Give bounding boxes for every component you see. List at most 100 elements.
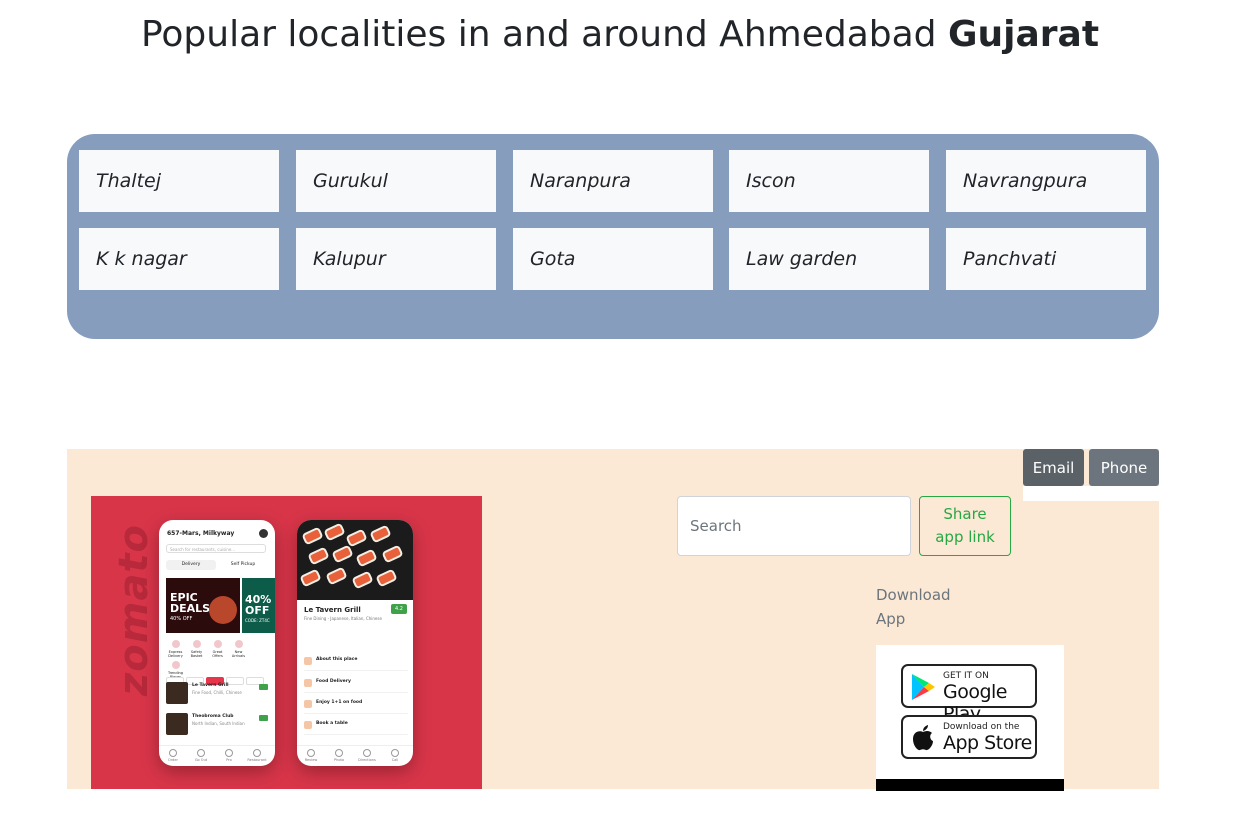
restaurant-name: Le Tavern Grill: [192, 683, 229, 688]
locality-item[interactable]: Gota: [513, 228, 713, 290]
brand-watermark: zomato: [111, 523, 157, 696]
category-item: Safety Basket: [187, 640, 206, 658]
app-store-badge[interactable]: Download on the App Store: [901, 715, 1037, 759]
app-promo-image: zomato 657-Mars, Milkyway Search for res…: [91, 496, 482, 789]
restaurant-title: Le Tavern Grill: [304, 606, 361, 614]
sushi-piece: [381, 544, 404, 564]
category-item: Express Delivery: [166, 640, 185, 658]
burger-image: [209, 596, 237, 624]
detail-label: About this place: [316, 657, 358, 662]
sushi-piece: [299, 568, 322, 588]
download-label-line1: Download: [876, 586, 951, 604]
location-label: 657-Mars, Milkyway: [167, 530, 235, 537]
phone-mockup-home: 657-Mars, Milkyway Search for restaurant…: [159, 520, 275, 766]
share-label-line1: Share: [943, 505, 987, 523]
locality-item[interactable]: Kalupur: [296, 228, 496, 290]
apple-icon: [913, 725, 933, 751]
nav-item: Call: [381, 746, 409, 762]
deal-banner: EPIC DEALS 40% OFF: [166, 578, 240, 633]
mock-filters: [166, 670, 270, 685]
email-button[interactable]: Email: [1023, 449, 1084, 486]
restaurant-thumb: [166, 713, 188, 735]
restaurant-cuisine: Fine Food, Chilli, Chinese: [192, 690, 242, 695]
mock-bottom-nav: Order Go Out Pro Restaurant: [159, 745, 275, 766]
restaurant-cuisine: Fine Dining - Japanese, Italian, Chinese: [304, 616, 382, 621]
locality-item[interactable]: Panchvati: [946, 228, 1146, 290]
restaurant-thumb: [166, 682, 188, 704]
footer-section: Email Phone zomato 657-Mars, Milkyway Se…: [67, 449, 1159, 791]
google-play-icon: [912, 674, 935, 700]
phone-mockup-restaurant: Le Tavern Grill 4.2 Fine Dining - Japane…: [297, 520, 413, 766]
deal-subtitle: 40% OFF: [170, 616, 193, 622]
rating-badge: 4.2: [391, 604, 407, 614]
offer-title: 40% OFF: [245, 593, 272, 617]
restaurant-cuisine: North Indian, South Indian: [192, 721, 245, 726]
download-app-label: Download App: [876, 583, 966, 631]
phone-button[interactable]: Phone: [1089, 449, 1159, 486]
mock-tab-pickup: Self Pickup: [230, 562, 256, 567]
sushi-photo: [297, 520, 413, 600]
nav-item: Review: [297, 746, 325, 762]
detail-item: About this place: [304, 654, 408, 671]
store-badges: GET IT ON Google Play Download on the Ap…: [876, 645, 1064, 791]
google-play-badge[interactable]: GET IT ON Google Play: [901, 664, 1037, 725]
share-label-line2: app link: [935, 528, 995, 546]
locality-item[interactable]: Navrangpura: [946, 150, 1146, 212]
nav-item: Order: [159, 746, 187, 762]
category-item: New Arrivals: [229, 640, 248, 658]
nav-item: Restaurant: [243, 746, 271, 762]
category-item: Great Offers: [208, 640, 227, 658]
avatar: [259, 529, 268, 538]
detail-label: Enjoy 1+1 on food: [316, 700, 363, 705]
mock-categories: Express DeliverySafety BasketGreat Offer…: [166, 640, 270, 679]
app-store-small: Download on the: [943, 722, 1020, 732]
sushi-piece: [331, 544, 354, 564]
contact-strip: [1023, 486, 1159, 501]
nav-item: Go Out: [187, 746, 215, 762]
detail-label: Book a table: [316, 721, 348, 726]
mock-bottom-nav: Review Photo Directions Call: [297, 745, 413, 766]
rating-badge: [259, 684, 268, 690]
app-store-big: App Store: [943, 732, 1032, 754]
detail-label: Food Delivery: [316, 679, 351, 684]
nav-item: Photo: [325, 746, 353, 762]
sushi-piece: [351, 570, 374, 590]
sushi-piece: [355, 548, 378, 568]
rating-badge: [259, 715, 268, 721]
restaurant-row: Le Tavern Grill Fine Food, Chilli, Chine…: [166, 682, 270, 706]
sushi-piece: [375, 568, 398, 588]
page-title: Popular localities in and around Ahmedab…: [0, 14, 1240, 55]
share-app-link-button[interactable]: Share app link: [919, 496, 1011, 556]
sushi-piece: [325, 566, 348, 586]
search-input[interactable]: [677, 496, 911, 556]
nav-item: Directions: [353, 746, 381, 762]
locality-item[interactable]: K k nagar: [79, 228, 279, 290]
detail-item: Enjoy 1+1 on food: [304, 697, 408, 714]
detail-item: Book a table: [304, 718, 408, 735]
locality-item[interactable]: Thaltej: [79, 150, 279, 212]
detail-item: Food Delivery: [304, 676, 408, 693]
restaurant-row: Theobroma Club North Indian, South India…: [166, 713, 270, 737]
offer-code: CODE: ZT4C: [245, 618, 270, 623]
nav-item: Pro: [215, 746, 243, 762]
sushi-piece: [369, 524, 392, 544]
badge-footer-bar: [876, 779, 1064, 791]
mock-search: Search for restaurants, cuisine...: [166, 544, 266, 553]
mock-tab-delivery: Delivery: [166, 560, 216, 570]
locality-item[interactable]: Iscon: [729, 150, 929, 212]
sushi-piece: [307, 546, 330, 566]
offer-banner: 40% OFF CODE: ZT4C: [242, 578, 275, 633]
locality-item[interactable]: Gurukul: [296, 150, 496, 212]
sushi-piece: [323, 522, 346, 542]
sushi-piece: [301, 526, 324, 546]
download-label-line2: App: [876, 610, 906, 628]
title-state: Gujarat: [947, 14, 1100, 55]
localities-panel: Thaltej Gurukul Naranpura Iscon Navrangp…: [67, 134, 1159, 339]
locality-item[interactable]: Naranpura: [513, 150, 713, 212]
restaurant-name: Theobroma Club: [192, 714, 234, 719]
google-play-small: GET IT ON: [943, 671, 989, 681]
sushi-piece: [345, 528, 368, 548]
title-prefix: Popular localities in and around Ahmedab…: [140, 14, 948, 55]
mock-tabs: Delivery Self Pickup: [166, 560, 268, 570]
locality-item[interactable]: Law garden: [729, 228, 929, 290]
